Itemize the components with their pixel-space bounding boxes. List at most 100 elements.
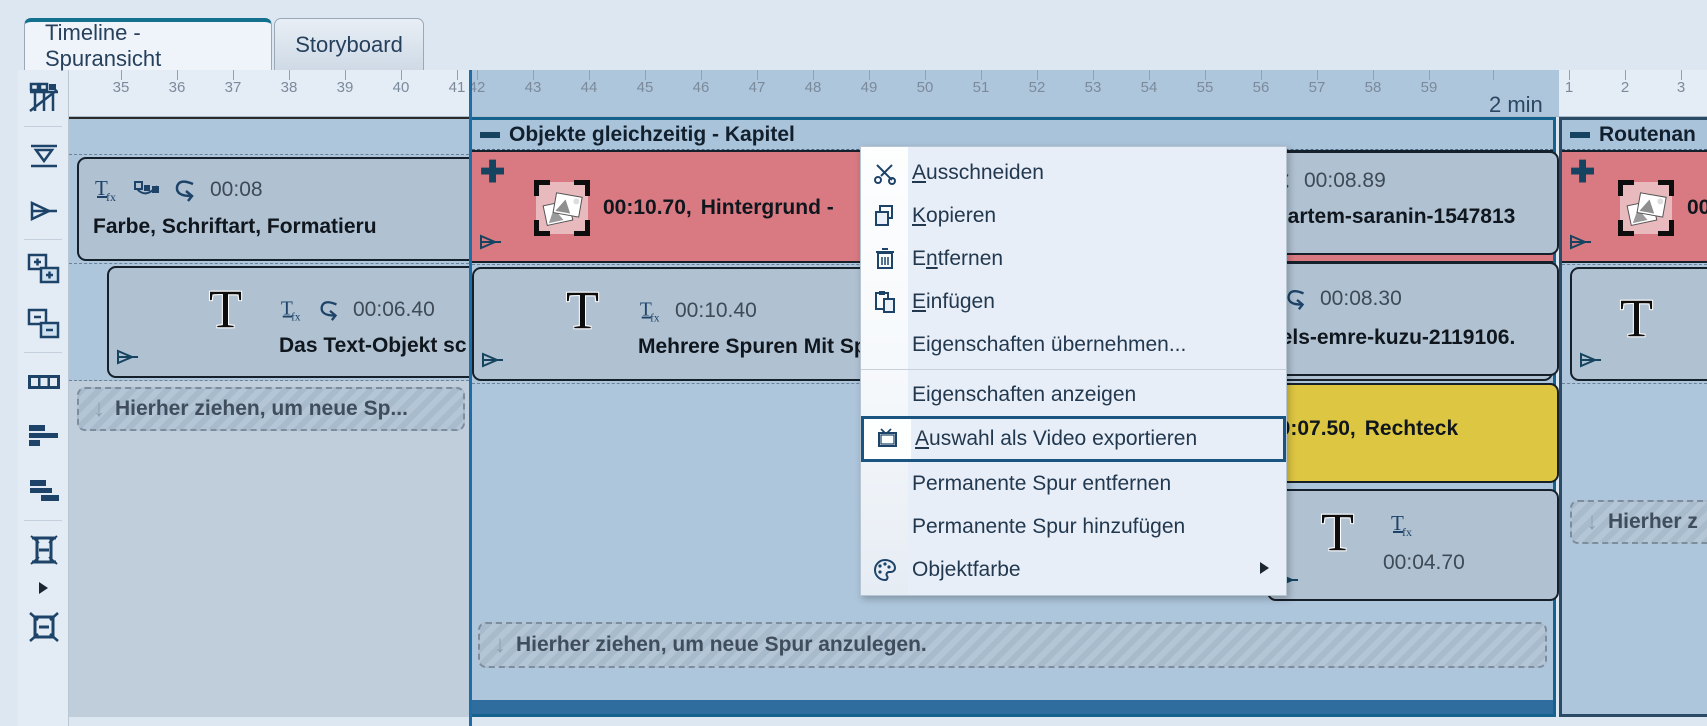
- dropzone-label: Hierher ziehen, um neue Spur anzulegen.: [516, 633, 927, 656]
- context-menu-item-eigenschaften-bernehmen[interactable]: Eigenschaften übernehmen...: [861, 323, 1286, 366]
- ruler-tick-label: 52: [1028, 79, 1046, 96]
- collapse-icon[interactable]: [480, 131, 500, 138]
- context-menu-item-objektfarbe[interactable]: Objektfarbe: [861, 548, 1286, 591]
- timeline-ruler[interactable]: 2 min 35 36 37 38 39 40 41 42 43 44 45 46 47 48 49 50 51…: [69, 70, 1707, 117]
- clip-title: Hintergrund -: [700, 196, 834, 219]
- clip-duration: 00: [1687, 196, 1707, 219]
- align-left-icon[interactable]: [18, 409, 69, 464]
- clip-title: xels-emre-kuzu-2119106.: [1269, 326, 1516, 349]
- ruler-tick: [1493, 70, 1494, 80]
- trash-icon: [861, 246, 908, 272]
- remove-track-icon[interactable]: [18, 296, 69, 351]
- ruler-tick-label: 1: [1564, 79, 1574, 96]
- clip-far-right-text[interactable]: T: [1570, 267, 1707, 381]
- keyframe-icon: [134, 181, 159, 195]
- toolbar-separator: [24, 239, 62, 240]
- svg-text:fx: fx: [106, 190, 116, 204]
- dropzone-new-track-left[interactable]: ↓ Hierher ziehen, um neue Sp...: [77, 387, 465, 431]
- timeline-application: Timeline - Spuransicht Storyboard 2 min …: [0, 0, 1707, 726]
- align-right-icon[interactable]: [18, 464, 69, 519]
- collapse-icon[interactable]: [1570, 131, 1590, 138]
- context-menu-item-kopieren[interactable]: Kopieren: [861, 194, 1286, 237]
- tab-storyboard[interactable]: Storyboard: [274, 18, 424, 70]
- clip-left-effect[interactable]: T fx 00:08 Farbe, Schriftart, Formatieru: [77, 157, 497, 261]
- clip-duration: 00:10.40: [675, 299, 757, 322]
- playhead[interactable]: [469, 70, 472, 726]
- ruler-tick-label: 47: [748, 79, 766, 96]
- ruler-tick-label: 48: [804, 79, 822, 96]
- down-arrow-icon: ↓: [494, 631, 506, 658]
- collapse-all-icon[interactable]: [18, 128, 69, 183]
- clip-left-text[interactable]: T T fx 00:06.40 Das Text-Objekt sc: [107, 266, 507, 378]
- expand-icon[interactable]: [18, 599, 69, 654]
- clip-duration: 00:06.40: [353, 298, 435, 321]
- clip-title: s-artem-saranin-1547813: [1269, 205, 1516, 228]
- ruler-tick-label: 37: [224, 79, 242, 96]
- context-menu-item-entfernen[interactable]: Entfernen: [861, 237, 1286, 280]
- palette-icon: [861, 557, 908, 583]
- loop-icon: [320, 301, 338, 321]
- clip-right-text-2[interactable]: T T fx 00:04.70: [1267, 489, 1559, 601]
- svg-text:fx: fx: [650, 312, 660, 324]
- fit-height-icon[interactable]: [18, 522, 69, 577]
- playback-marker-icon[interactable]: [18, 183, 69, 238]
- context-menu-item-einf-gen[interactable]: Einfügen: [861, 280, 1286, 323]
- loop-icon: [1287, 290, 1305, 310]
- left-toolbar: [18, 70, 69, 726]
- down-arrow-icon: ↓: [93, 395, 105, 422]
- clip-right-image[interactable]: 00:08.89 s-artem-saranin-1547813: [1259, 151, 1559, 255]
- text-object-glyph: T: [209, 279, 242, 339]
- track-row: T T fx 00:06.40 Das Text-Objekt sc: [69, 264, 507, 381]
- track-row: T: [1562, 265, 1707, 384]
- ruler-tick-label: 50: [916, 79, 934, 96]
- clip-far-right-image[interactable]: ✚ 0: [1562, 150, 1707, 263]
- clip-rectangle[interactable]: 00:07.50, Rechteck: [1259, 383, 1559, 483]
- ruler-tick-label: 40: [392, 79, 410, 96]
- ruler-tick-label: 55: [1196, 79, 1214, 96]
- context-menu-item-label: Einfügen: [912, 289, 995, 313]
- add-track-icon[interactable]: [18, 241, 69, 296]
- ruler-tick-label: 49: [860, 79, 878, 96]
- toolbar-expand-arrow-icon[interactable]: [18, 577, 68, 599]
- ruler-tick-label: 38: [280, 79, 298, 96]
- ruler-tick-label: 46: [692, 79, 710, 96]
- context-menu-item-auswahl-als-video-exportieren[interactable]: Auswahl als Video exportieren: [861, 416, 1286, 462]
- timeline-overview-icon[interactable]: [18, 70, 69, 125]
- tab-label: Timeline - Spuransicht: [45, 20, 162, 71]
- track-row: ✚: [1562, 150, 1707, 265]
- text-object-glyph: T: [1321, 502, 1354, 562]
- text-effect-icon: T fx: [640, 300, 660, 325]
- dropzone-label: Hierher ziehen, um neue Sp...: [115, 397, 408, 420]
- filmstrip-icon[interactable]: [18, 354, 69, 409]
- toolbar-separator: [24, 126, 62, 127]
- context-menu-separator: [861, 369, 1286, 370]
- context-menu[interactable]: Ausschneiden Kopieren Entfernen Einfügen Eig…: [860, 146, 1287, 596]
- context-menu-item-label: Ausschneiden: [912, 160, 1044, 184]
- ruler-tick-label: 36: [168, 79, 186, 96]
- ruler-tick-label: 57: [1308, 79, 1326, 96]
- toolbar-separator: [24, 520, 62, 521]
- context-menu-item-eigenschaften-anzeigen[interactable]: Eigenschaften anzeigen: [861, 373, 1286, 416]
- fade-icon: [1578, 350, 1604, 375]
- fade-icon: [480, 350, 506, 375]
- context-menu-item-permanente-spur-hinzuf-gen[interactable]: Permanente Spur hinzufügen: [861, 505, 1286, 548]
- context-menu-item-ausschneiden[interactable]: Ausschneiden: [861, 151, 1286, 194]
- fade-icon: [478, 232, 504, 257]
- tab-timeline-spuransicht[interactable]: Timeline - Spuransicht: [24, 18, 272, 71]
- ruler-tick-label: 41: [448, 79, 466, 96]
- dropzone-new-track-right[interactable]: ↓ Hierher z: [1570, 500, 1707, 544]
- dropzone-label: Hierher z: [1608, 510, 1698, 533]
- svg-text:fx: fx: [291, 311, 301, 323]
- clip-right-text[interactable]: 00:08.30 xels-emre-kuzu-2119106.: [1259, 262, 1559, 376]
- group-header-routen[interactable]: Routenan: [1562, 120, 1707, 150]
- plus-icon[interactable]: ✚: [480, 158, 505, 188]
- plus-icon[interactable]: ✚: [1570, 158, 1595, 188]
- clip-title: Farbe, Schriftart, Formatieru: [93, 215, 377, 238]
- fade-icon: [1568, 232, 1594, 257]
- image-thumbnail-icon: [530, 176, 594, 240]
- context-menu-item-permanente-spur-entfernen[interactable]: Permanente Spur entfernen: [861, 462, 1286, 505]
- context-menu-item-label: Objektfarbe: [912, 557, 1021, 581]
- ruler-tick-label: 53: [1084, 79, 1102, 96]
- context-menu-item-label: Kopieren: [912, 203, 997, 227]
- clip-duration: 00:08: [210, 178, 263, 201]
